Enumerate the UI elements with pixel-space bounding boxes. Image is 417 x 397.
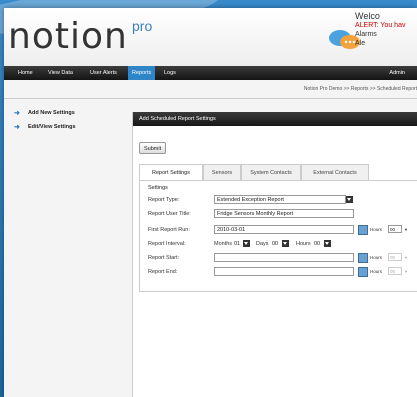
report-type-select[interactable]: Extended Exception Report [214,195,346,204]
arrow-right-icon: ➜ [14,110,20,117]
tab-system-contacts[interactable]: System Contacts [241,164,301,181]
nav-view-data[interactable]: View Data [48,66,73,80]
nav-logs[interactable]: Logs [164,66,176,80]
calendar-icon[interactable] [358,267,368,277]
breadcrumb[interactable]: Notion Pro Demo >> Reports >> Scheduled … [304,86,417,92]
start-hours-label: Hours [370,255,383,260]
tab-external-contacts[interactable]: External Contacts [301,164,369,181]
interval-hours-label: Hours [296,241,311,247]
report-title-row: Report User Title: Fridge Sensors Monthl… [148,209,417,221]
sidebar-item-add-new[interactable]: ➜ Add New Settings [14,108,124,122]
days-label: Days [256,241,269,247]
chevron-down-icon[interactable]: ▼ [404,269,408,274]
chevron-down-icon[interactable] [324,240,331,247]
first-run-label: First Report Run: [148,227,190,233]
tab-sensors[interactable]: Sensors [203,164,241,181]
nav-reports[interactable]: Reports [128,66,156,80]
days-select[interactable]: 00 [272,241,278,247]
report-type-label: Report Type: [148,197,180,203]
end-hours-select[interactable]: 00 [388,267,402,275]
welcome-panel: Welco ALERT: You hav Alarms Ale [355,12,417,48]
report-end-row: Report End: Hours 00 ▼ [148,267,417,279]
divider [4,98,417,99]
app-window: notion pro Welco ALERT: You hav Alarms A… [4,8,417,397]
alerts-text[interactable]: Ale [355,39,417,48]
submit-button[interactable]: Submit [139,142,167,154]
alarms-text[interactable]: Alarms [355,30,417,39]
report-type-row: Report Type: Extended Exception Report [148,195,417,207]
logo-suffix: pro [132,18,153,34]
calendar-icon[interactable] [358,225,368,235]
tab-report-settings[interactable]: Report Settings [139,164,203,181]
sidebar-item-label: Edit/View Settings [28,124,76,130]
alert-text[interactable]: ALERT: You hav [355,21,417,30]
end-hours-label: Hours [370,269,383,274]
first-run-input[interactable]: 2010-03-01 [214,225,354,234]
interval-label: Report Interval: [148,241,186,247]
start-hours-select[interactable]: 00 [388,253,402,261]
welcome-title: Welco [355,11,380,21]
chevron-down-icon[interactable] [346,196,353,203]
sidebar: ➜ Add New Settings ➜ Edit/View Settings [14,108,124,136]
report-end-input[interactable] [214,267,354,276]
chevron-down-icon[interactable] [282,240,289,247]
report-start-input[interactable] [214,253,354,262]
interval-hours-select[interactable]: 00 [314,241,320,247]
panel-title: Add Scheduled Report Settings [133,112,417,126]
logo-text: notion [8,16,128,57]
report-settings-form: Settings Report Type: Extended Exception… [139,180,417,292]
months-select[interactable]: 01 [234,241,240,247]
nav-admin[interactable]: Admin [389,66,405,80]
chevron-down-icon[interactable] [243,240,250,247]
first-run-row: First Report Run: 2010-03-01 Hours 00 ▼ [148,225,417,237]
chevron-down-icon[interactable]: ▼ [404,255,408,260]
app-header: notion pro Welco ALERT: You hav Alarms A… [4,8,417,66]
panel-title-text: Add Scheduled Report Settings [139,116,216,122]
logo: notion [8,16,128,57]
sidebar-item-label: Add New Settings [28,110,75,116]
arrow-right-icon: ➜ [14,124,20,131]
settings-panel: Add Scheduled Report Settings Submit Rep… [132,112,417,397]
interval-row: Report Interval: Months 01 Days 00 Hours… [148,239,417,251]
nav-home[interactable]: Home [18,66,33,80]
months-label: Months [214,241,233,247]
first-run-hours-label: Hours [370,227,383,232]
main-nav: Home View Data User Alerts Reports Logs … [4,66,417,80]
first-run-hours-select[interactable]: 00 [388,225,402,233]
report-start-label: Report Start: [148,255,180,261]
chevron-down-icon[interactable]: ▼ [404,227,408,232]
nav-user-alerts[interactable]: User Alerts [90,66,117,80]
report-start-row: Report Start: Hours 00 ▼ [148,253,417,265]
report-title-input[interactable]: Fridge Sensors Monthly Report [214,209,354,218]
sidebar-item-edit-view[interactable]: ➜ Edit/View Settings [14,122,124,136]
calendar-icon[interactable] [358,253,368,263]
section-label: Settings [148,185,168,191]
report-end-label: Report End: [148,269,178,275]
report-title-label: Report User Title: [148,211,191,217]
